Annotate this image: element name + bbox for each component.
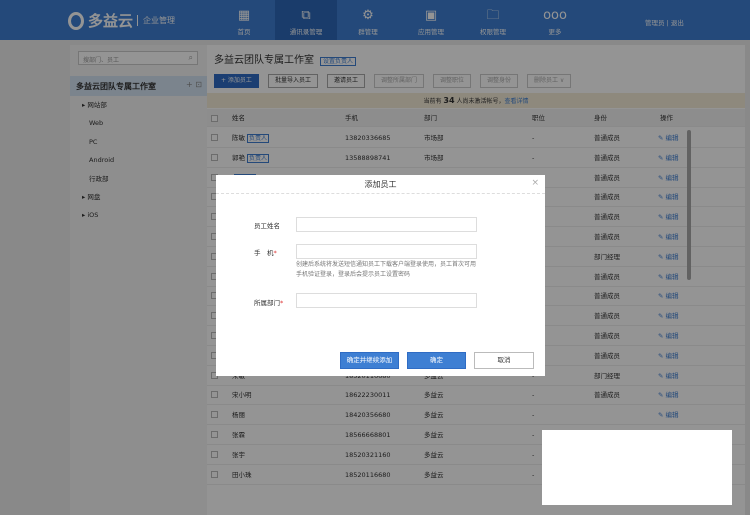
- close-icon[interactable]: ×: [531, 178, 539, 188]
- add-employee-dialog: 添加员工 × 员工姓名 手 机* 创建后系统将发送短信通知员工下载客户端登录使用…: [216, 175, 545, 376]
- dept-label-text: 所属部门: [254, 299, 280, 307]
- phone-hint: 创建后系统将发送短信通知员工下载客户端登录使用，员工首次可用手机验证登录，登录后…: [296, 261, 477, 278]
- dept-label: 所属部门*: [254, 297, 283, 307]
- name-label-text: 员工姓名: [254, 222, 280, 230]
- employee-name-input[interactable]: [296, 217, 477, 232]
- phone-input[interactable]: [296, 244, 477, 259]
- confirm-button[interactable]: 确定: [407, 352, 466, 369]
- confirm-continue-button[interactable]: 确定并继续添加: [340, 352, 399, 369]
- phone-label-text: 手 机: [254, 249, 274, 257]
- phone-label: 手 机*: [254, 247, 277, 257]
- cancel-button[interactable]: 取消: [474, 352, 534, 369]
- required-mark: *: [280, 299, 284, 307]
- dept-input[interactable]: [296, 293, 477, 308]
- blank-panel: [542, 430, 732, 505]
- required-mark: *: [273, 249, 277, 257]
- name-label: 员工姓名: [254, 220, 280, 230]
- dialog-title: 添加员工: [216, 175, 545, 194]
